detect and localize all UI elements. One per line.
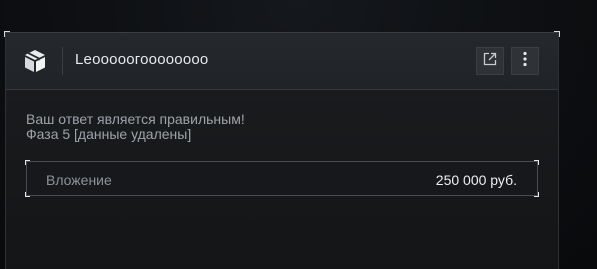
screen: Leoooooгоооооооо Ваш ответ является прав… bbox=[0, 0, 597, 269]
external-link-icon bbox=[482, 51, 498, 72]
row-corner-top-right bbox=[534, 160, 539, 165]
result-message: Ваш ответ является правильным! Фаза 5 [д… bbox=[26, 112, 245, 142]
phase-line: Фаза 5 [данные удалены] bbox=[26, 126, 192, 142]
panel-header: Leoooooгоооооооо bbox=[6, 33, 558, 90]
investment-row: Вложение 250 000 руб. bbox=[25, 160, 539, 197]
task-panel: Leoooooгоооооооо Ваш ответ является прав… bbox=[4, 31, 560, 269]
result-message-line: Ваш ответ является правильным! bbox=[26, 111, 245, 127]
more-menu-button[interactable] bbox=[511, 47, 539, 75]
investment-value: 250 000 руб. bbox=[435, 172, 517, 188]
vertical-dots-icon bbox=[522, 51, 528, 72]
row-corner-bottom-right bbox=[534, 192, 539, 197]
panel-title: Leoooooгоооооооо bbox=[75, 51, 209, 68]
header-divider bbox=[62, 47, 63, 75]
open-external-button[interactable] bbox=[476, 47, 504, 75]
row-corner-top-left bbox=[25, 160, 30, 165]
box-icon bbox=[22, 48, 48, 74]
investment-label: Вложение bbox=[46, 172, 112, 188]
row-corner-bottom-left bbox=[25, 192, 30, 197]
